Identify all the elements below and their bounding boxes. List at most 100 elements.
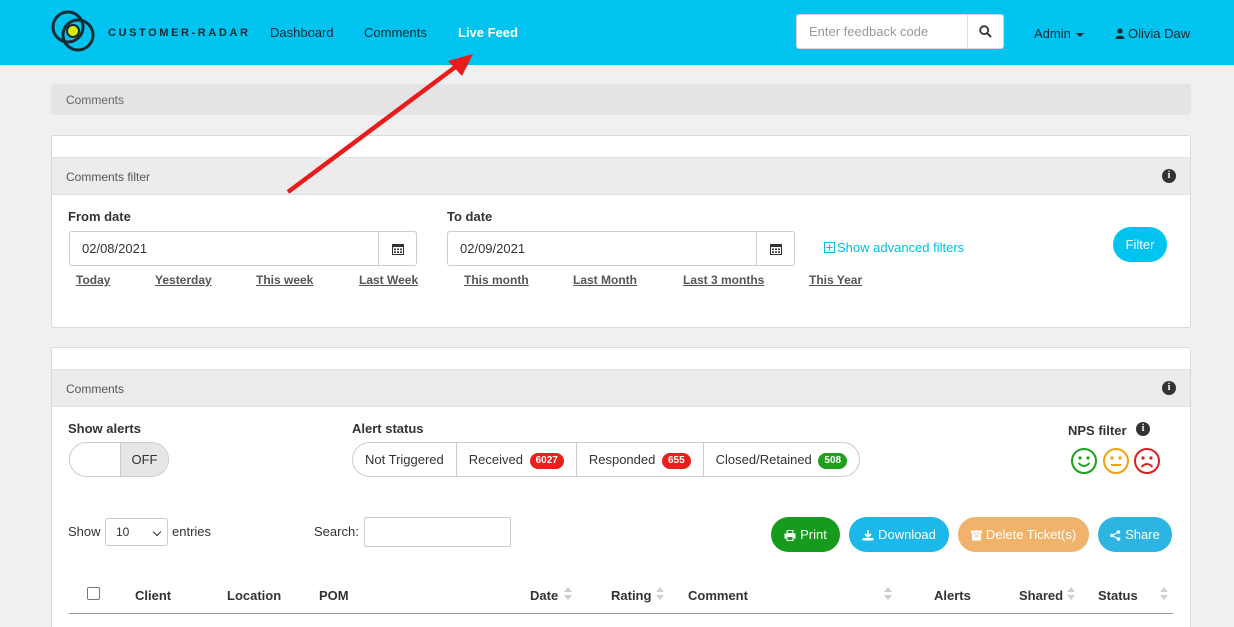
feedback-code-search — [796, 14, 1004, 49]
user-icon — [1115, 28, 1125, 39]
filter-panel-title: Comments filter — [66, 170, 151, 184]
to-date-input[interactable] — [448, 232, 756, 265]
column-header-rating[interactable]: Rating — [611, 588, 651, 603]
neutral-face-icon[interactable] — [1102, 447, 1130, 475]
admin-dropdown[interactable]: Admin — [1034, 26, 1084, 41]
show-advanced-filters-link[interactable]: Show advanced filters — [824, 240, 964, 255]
breadcrumb: Comments — [51, 84, 1191, 115]
comments-panel: Comments i — [51, 347, 1191, 627]
happy-face-icon[interactable] — [1070, 447, 1098, 475]
table-search-label: Search: — [314, 524, 359, 539]
sort-icon — [884, 587, 892, 601]
alert-button-label: Received — [468, 452, 523, 467]
column-header-shared[interactable]: Shared — [1019, 588, 1063, 603]
user-menu[interactable]: Olivia Daw — [1115, 26, 1190, 41]
column-header-alerts[interactable]: Alerts — [934, 588, 971, 603]
archive-icon — [970, 530, 982, 541]
caret-down-icon — [1075, 32, 1084, 37]
comments-panel-title: Comments — [66, 382, 125, 396]
plus-square-icon — [824, 242, 835, 253]
column-header-client[interactable]: Client — [135, 588, 171, 603]
received-count-badge: 6027 — [529, 453, 564, 469]
info-icon[interactable]: i — [1162, 381, 1176, 395]
alert-closed-retained-button[interactable]: Closed/Retained 508 — [704, 443, 859, 476]
search-icon — [979, 25, 992, 38]
column-header-comment[interactable]: Comment — [688, 588, 748, 603]
nav-dashboard[interactable]: Dashboard — [270, 25, 334, 40]
user-name: Olivia Daw — [1128, 26, 1191, 41]
from-date-calendar-button[interactable] — [378, 232, 416, 265]
calendar-icon — [769, 243, 782, 255]
quick-range-this-month[interactable]: This month — [464, 273, 529, 287]
quick-range-last-3-months[interactable]: Last 3 months — [683, 273, 764, 287]
sort-icon — [656, 587, 664, 601]
share-label: Share — [1125, 527, 1160, 542]
print-label: Print — [800, 527, 827, 542]
responded-count-badge: 655 — [661, 453, 691, 469]
chevron-down-icon — [152, 527, 162, 537]
share-icon — [1110, 530, 1121, 541]
share-button[interactable]: Share — [1098, 517, 1172, 552]
sort-icon — [564, 587, 572, 601]
quick-range-yesterday[interactable]: Yesterday — [155, 273, 212, 287]
search-button[interactable] — [967, 15, 1003, 48]
alert-button-label: Closed/Retained — [715, 452, 812, 467]
toggle-off-label: OFF — [120, 443, 168, 476]
quick-range-this-week[interactable]: This week — [256, 273, 313, 287]
column-header-date[interactable]: Date — [530, 588, 558, 603]
sort-icon — [1067, 587, 1075, 601]
download-button[interactable]: Download — [849, 517, 949, 552]
entries-per-page-select[interactable]: 10 — [105, 518, 168, 546]
alert-status-group: Not Triggered Received 6027 Responded 65… — [352, 442, 861, 477]
nav-comments[interactable]: Comments — [364, 25, 427, 40]
filter-panel-heading: Comments filter i — [52, 157, 1190, 195]
top-navbar: CUSTOMER-RADAR Dashboard Comments Live F… — [0, 0, 1234, 65]
info-icon[interactable]: i — [1162, 169, 1176, 183]
quick-range-today[interactable]: Today — [76, 273, 110, 287]
customer-radar-logo[interactable] — [50, 9, 100, 55]
brand-name: CUSTOMER-RADAR — [108, 27, 251, 39]
download-label: Download — [878, 527, 936, 542]
nps-filter-label: NPS filter — [1068, 423, 1127, 438]
from-date-label: From date — [68, 209, 131, 224]
comments-panel-heading: Comments i — [52, 369, 1190, 407]
advanced-filters-label: Show advanced filters — [837, 240, 965, 255]
select-all-checkbox[interactable] — [87, 587, 100, 600]
table-header-divider — [69, 613, 1173, 614]
entries-label: entries — [172, 524, 212, 539]
feedback-code-input[interactable] — [797, 15, 967, 48]
alert-not-triggered-button[interactable]: Not Triggered — [353, 443, 457, 476]
alert-received-button[interactable]: Received 6027 — [457, 443, 577, 476]
info-icon[interactable]: i — [1136, 422, 1150, 436]
table-search-input[interactable] — [364, 517, 511, 547]
to-date-field — [447, 231, 795, 266]
admin-label: Admin — [1034, 26, 1071, 41]
alert-button-label: Responded — [588, 452, 656, 467]
show-alerts-toggle[interactable]: OFF — [69, 442, 169, 477]
show-label: Show — [68, 524, 101, 539]
alert-button-label: Not Triggered — [365, 452, 444, 467]
from-date-field — [69, 231, 417, 266]
show-alerts-label: Show alerts — [68, 421, 141, 436]
from-date-input[interactable] — [70, 232, 378, 265]
column-header-pom[interactable]: POM — [319, 588, 349, 603]
nav-live-feed[interactable]: Live Feed — [458, 25, 518, 40]
delete-tickets-button[interactable]: Delete Ticket(s) — [958, 517, 1089, 552]
quick-range-last-week[interactable]: Last Week — [359, 273, 418, 287]
delete-tickets-label: Delete Ticket(s) — [985, 527, 1077, 542]
entries-value: 10 — [116, 525, 130, 539]
closed-retained-count-badge: 508 — [818, 453, 848, 469]
to-date-calendar-button[interactable] — [756, 232, 794, 265]
sort-icon — [1160, 587, 1168, 601]
print-button[interactable]: Print — [771, 517, 840, 552]
alert-status-label: Alert status — [352, 421, 424, 436]
quick-range-last-month[interactable]: Last Month — [573, 273, 637, 287]
quick-range-this-year[interactable]: This Year — [809, 273, 862, 287]
sad-face-icon[interactable] — [1133, 447, 1161, 475]
alert-responded-button[interactable]: Responded 655 — [577, 443, 704, 476]
calendar-icon — [391, 243, 404, 255]
column-header-status[interactable]: Status — [1098, 588, 1138, 603]
filter-button[interactable]: Filter — [1113, 227, 1167, 262]
column-header-location[interactable]: Location — [227, 588, 281, 603]
print-icon — [784, 530, 796, 541]
